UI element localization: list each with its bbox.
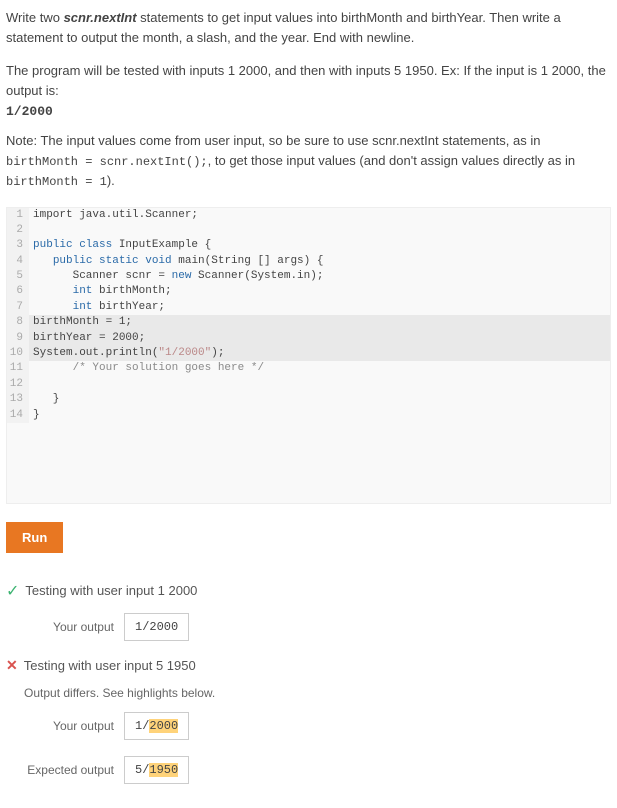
line-number: 13 xyxy=(7,392,29,407)
line-number: 12 xyxy=(7,377,29,392)
line-number: 14 xyxy=(7,408,29,423)
test2-label: Testing with user input 5 1950 xyxy=(24,658,196,673)
code-line[interactable]: 11 /* Your solution goes here */ xyxy=(7,361,610,376)
your-output-box-1: 1/2000 xyxy=(124,613,189,641)
code-editor[interactable]: 1import java.util.Scanner;23public class… xyxy=(6,207,611,504)
note-pre: Note: The input values come from user in… xyxy=(6,133,540,148)
code-source: public class InputExample { xyxy=(29,238,211,253)
code-line[interactable]: 13 } xyxy=(7,392,610,407)
output-row-2: Your output 1/2000 xyxy=(6,712,611,740)
code-source: birthYear = 2000; xyxy=(29,331,145,346)
line-number: 6 xyxy=(7,284,29,299)
expected-pre: 5/ xyxy=(135,763,149,777)
code-source: /* Your solution goes here */ xyxy=(29,361,264,376)
code-source: import java.util.Scanner; xyxy=(29,208,198,223)
line-number: 3 xyxy=(7,238,29,253)
code-line[interactable]: 10System.out.println("1/2000"); xyxy=(7,346,610,361)
test-pass-row: ✓ Testing with user input 1 2000 xyxy=(6,581,611,601)
expected-output-label: Expected output xyxy=(6,763,124,777)
note-code1: birthMonth = scnr.nextInt(); xyxy=(6,155,208,169)
your-output-label-2: Your output xyxy=(6,719,124,733)
test1-label: Testing with user input 1 2000 xyxy=(25,583,197,598)
code-line[interactable]: 12 xyxy=(7,377,610,392)
code-source: public static void main(String [] args) … xyxy=(29,254,323,269)
code-line[interactable]: 5 Scanner scnr = new Scanner(System.in); xyxy=(7,269,610,284)
code-line[interactable]: 8birthMonth = 1; xyxy=(7,315,610,330)
note-post: ). xyxy=(107,173,115,188)
check-icon: ✓ xyxy=(6,581,19,601)
note-code2: birthMonth = 1 xyxy=(6,175,107,189)
your-output-box-2: 1/2000 xyxy=(124,712,189,740)
output-row-1: Your output 1/2000 xyxy=(6,613,611,641)
expected-hl: 1950 xyxy=(149,763,178,777)
code-source: } xyxy=(29,408,40,423)
your-output-label-1: Your output xyxy=(6,620,124,634)
your-output-hl: 2000 xyxy=(149,719,178,733)
code-source: System.out.println("1/2000"); xyxy=(29,346,224,361)
line-number: 1 xyxy=(7,208,29,223)
your-output-pre: 1/ xyxy=(135,719,149,733)
line-number: 4 xyxy=(7,254,29,269)
line-number: 5 xyxy=(7,269,29,284)
test-fail-row: ✕ Testing with user input 5 1950 xyxy=(6,657,611,674)
output-row-3: Expected output 5/1950 xyxy=(6,756,611,784)
code-line[interactable]: 1import java.util.Scanner; xyxy=(7,208,610,223)
code-source: int birthYear; xyxy=(29,300,165,315)
diff-message: Output differs. See highlights below. xyxy=(24,686,611,700)
code-source: int birthMonth; xyxy=(29,284,172,299)
code-line[interactable]: 9birthYear = 2000; xyxy=(7,331,610,346)
code-source: birthMonth = 1; xyxy=(29,315,132,330)
code-line[interactable]: 6 int birthMonth; xyxy=(7,284,610,299)
instructions: Write two scnr.nextInt statements to get… xyxy=(6,8,611,47)
code-line[interactable]: 4 public static void main(String [] args… xyxy=(7,254,610,269)
line-number: 11 xyxy=(7,361,29,376)
code-line[interactable]: 2 xyxy=(7,223,610,238)
instr-bold: scnr.nextInt xyxy=(64,10,137,25)
note-mid: , to get those input values (and don't a… xyxy=(208,153,575,168)
program-test-sample: 1/2000 xyxy=(6,104,611,119)
line-number: 9 xyxy=(7,331,29,346)
code-source: Scanner scnr = new Scanner(System.in); xyxy=(29,269,323,284)
program-test-line: The program will be tested with inputs 1… xyxy=(6,61,611,100)
code-line[interactable]: 3public class InputExample { xyxy=(7,238,610,253)
line-number: 8 xyxy=(7,315,29,330)
cross-icon: ✕ xyxy=(6,657,18,674)
run-button[interactable]: Run xyxy=(6,522,63,553)
note: Note: The input values come from user in… xyxy=(6,131,611,191)
code-line[interactable]: 14} xyxy=(7,408,610,423)
expected-output-box: 5/1950 xyxy=(124,756,189,784)
code-line[interactable]: 7 int birthYear; xyxy=(7,300,610,315)
line-number: 2 xyxy=(7,223,29,238)
line-number: 10 xyxy=(7,346,29,361)
line-number: 7 xyxy=(7,300,29,315)
instr-pre: Write two xyxy=(6,10,64,25)
code-source: } xyxy=(29,392,59,407)
